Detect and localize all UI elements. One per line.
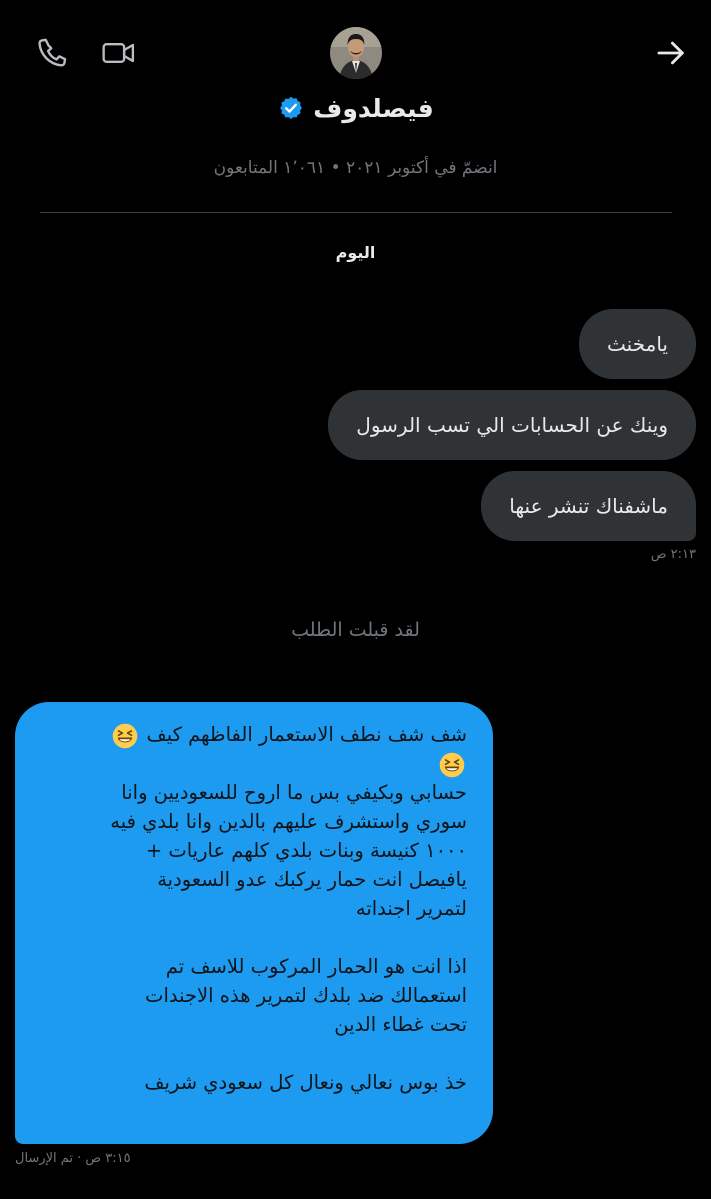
laughing-face-emoji bbox=[113, 723, 138, 748]
avatar[interactable] bbox=[330, 27, 382, 79]
arrow-right-icon bbox=[654, 36, 688, 70]
message-line: سوري واستشرف عليهم بالدين وانا بلدي فيه bbox=[110, 810, 467, 833]
outgoing-message[interactable]: يامخنث bbox=[579, 309, 696, 379]
divider bbox=[40, 212, 672, 213]
request-accepted-note: لقد قبلت الطلب bbox=[291, 619, 420, 641]
back-button[interactable] bbox=[649, 31, 693, 75]
message-line: حسابي وبكيفي بس ما اروح للسعوديين وانا bbox=[121, 781, 467, 804]
message-line: خذ بوس نعالي ونعال كل سعودي شريف bbox=[144, 1071, 467, 1094]
video-call-button[interactable] bbox=[97, 31, 141, 75]
profile-meta: انضمّ في أكتوبر ٢٠٢١ • ١٬٠٦١ المتابعون bbox=[213, 158, 498, 178]
message-text: ماشفناك تنشر عنها bbox=[509, 494, 668, 518]
laughing-face-emoji bbox=[439, 752, 465, 777]
phone-icon bbox=[34, 35, 70, 71]
message-line bbox=[37, 749, 467, 778]
message-timestamp: ٢:١٣ ص bbox=[650, 547, 696, 562]
message-line: شف شف نطف الاستعمار الفاظهم كيف bbox=[37, 720, 467, 749]
video-camera-icon bbox=[100, 35, 138, 71]
profile-name-row[interactable]: فيصلدوف bbox=[0, 86, 711, 130]
message-line: استعمالك ضد بلدك لتمرير هذه الاجندات bbox=[145, 984, 467, 1007]
message-line: يافيصل انت حمار يركبك عدو السعودية bbox=[157, 868, 467, 891]
message-text: وينك عن الحسابات الي تسب الرسول bbox=[356, 413, 668, 437]
message-line: اذا انت هو الحمار المركوب للاسف تم bbox=[165, 955, 467, 978]
profile-photo bbox=[330, 27, 382, 79]
profile-name: فيصلدوف bbox=[313, 93, 434, 123]
message-line: تحت غطاء الدين bbox=[334, 1013, 467, 1036]
message-line bbox=[37, 1039, 467, 1068]
message-text: يامخنث bbox=[607, 332, 668, 356]
outgoing-message[interactable]: ماشفناك تنشر عنها bbox=[481, 471, 696, 541]
call-button[interactable] bbox=[30, 31, 74, 75]
date-separator: اليوم bbox=[335, 243, 376, 262]
outgoing-message[interactable]: وينك عن الحسابات الي تسب الرسول bbox=[328, 390, 696, 460]
verified-badge-icon bbox=[277, 94, 305, 122]
message-line: ١٠٠٠ كنيسة وبنات بلدي كلهم عاريات + bbox=[145, 839, 467, 862]
message-line: لتمرير اجنداته bbox=[355, 897, 467, 920]
message-line bbox=[37, 923, 467, 952]
incoming-message[interactable]: شف شف نطف الاستعمار الفاظهم كيف حسابي وب… bbox=[15, 702, 493, 1144]
message-status: ٣:١٥ ص · تم الإرسال bbox=[15, 1151, 131, 1166]
